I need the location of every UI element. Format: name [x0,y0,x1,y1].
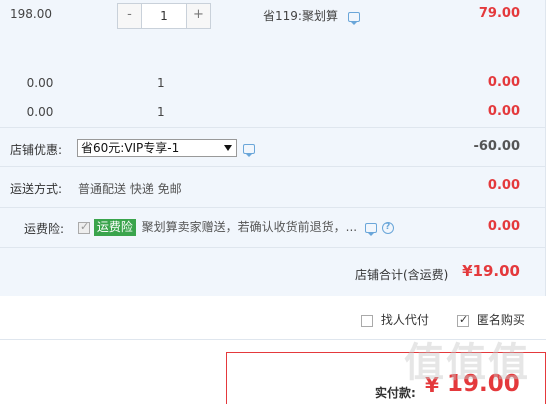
shipping-insurance-label: 运费险: [24,222,65,236]
store-discount-amount: -60.00 [473,139,520,154]
row-price: 0.00 [26,105,54,119]
quantity-input[interactable]: 1 [142,4,186,28]
list-item: 0.00 1 0.00 [0,74,546,96]
proxy-pay-option[interactable]: 找人代付 [361,311,429,328]
chat-icon[interactable] [364,222,377,236]
insurance-description: 聚划算卖家赠送，若确认收货前退货，... [141,220,358,234]
quantity-stepper[interactable]: - 1 + [117,3,211,29]
increase-quantity-button[interactable]: + [186,4,210,28]
anonymous-label: 匿名购买 [476,313,525,327]
item-row: 198.00 - 1 + 省119:聚划算 79.00 [0,0,546,36]
anonymous-checkbox[interactable] [457,313,469,327]
discount-note-text: 省119:聚划算 [263,9,338,23]
store-discount-label: 店铺优惠: [10,143,63,157]
shipping-label: 运送方式: [10,182,63,196]
shipping-insurance-row: 运费险: 运费险 聚划算卖家赠送，若确认收货前退货，... ? 0.00 [0,209,546,245]
chat-icon[interactable] [243,144,255,157]
insurance-amount: 0.00 [487,219,520,234]
row-price: 0.00 [26,76,54,90]
unit-price: 198.00 [10,7,52,21]
divider [0,127,546,128]
shipping-amount: 0.00 [487,178,520,193]
proxy-pay-label: 找人代付 [380,313,429,327]
divider [0,247,546,248]
list-item: 0.00 1 0.00 [0,103,546,125]
proxy-pay-checkbox[interactable] [361,314,373,327]
shipping-insurance-option: 运费险 聚划算卖家赠送，若确认收货前退货，... ? [78,218,394,236]
store-discount-select[interactable]: 省60元:VIP专享-1 [77,139,237,157]
divider [0,166,546,167]
order-panel: 198.00 - 1 + 省119:聚划算 79.00 0.00 1 0.00 … [0,0,546,296]
watermark: 值值值 [404,340,530,386]
row-subtotal: 0.00 [487,75,520,90]
store-total-row: 店铺合计(含运费) ¥19.00 [0,250,546,294]
chevron-down-icon [224,145,232,151]
insurance-checkbox[interactable] [78,220,90,234]
shipping-method: 普通配送 快递 免邮 [78,182,182,196]
anonymous-option[interactable]: 匿名购买 [457,311,525,328]
discount-note: 省119:聚划算 [263,7,360,25]
shipping-row: 运送方式: 普通配送 快递 免邮 0.00 [0,168,546,206]
help-icon[interactable]: ? [381,221,394,234]
store-total-label: 店铺合计(含运费) [355,268,449,282]
row-quantity: 1 [157,76,165,90]
store-total-value: ¥19.00 [462,262,520,280]
chat-icon[interactable] [347,11,360,25]
divider [0,207,546,208]
row-quantity: 1 [157,105,165,119]
decrease-quantity-button[interactable]: - [118,4,142,28]
store-discount-selected: 省60元:VIP专享-1 [81,141,180,155]
row-subtotal: 0.00 [487,104,520,119]
item-subtotal: 79.00 [478,6,520,21]
insurance-badge: 运费险 [93,219,136,236]
